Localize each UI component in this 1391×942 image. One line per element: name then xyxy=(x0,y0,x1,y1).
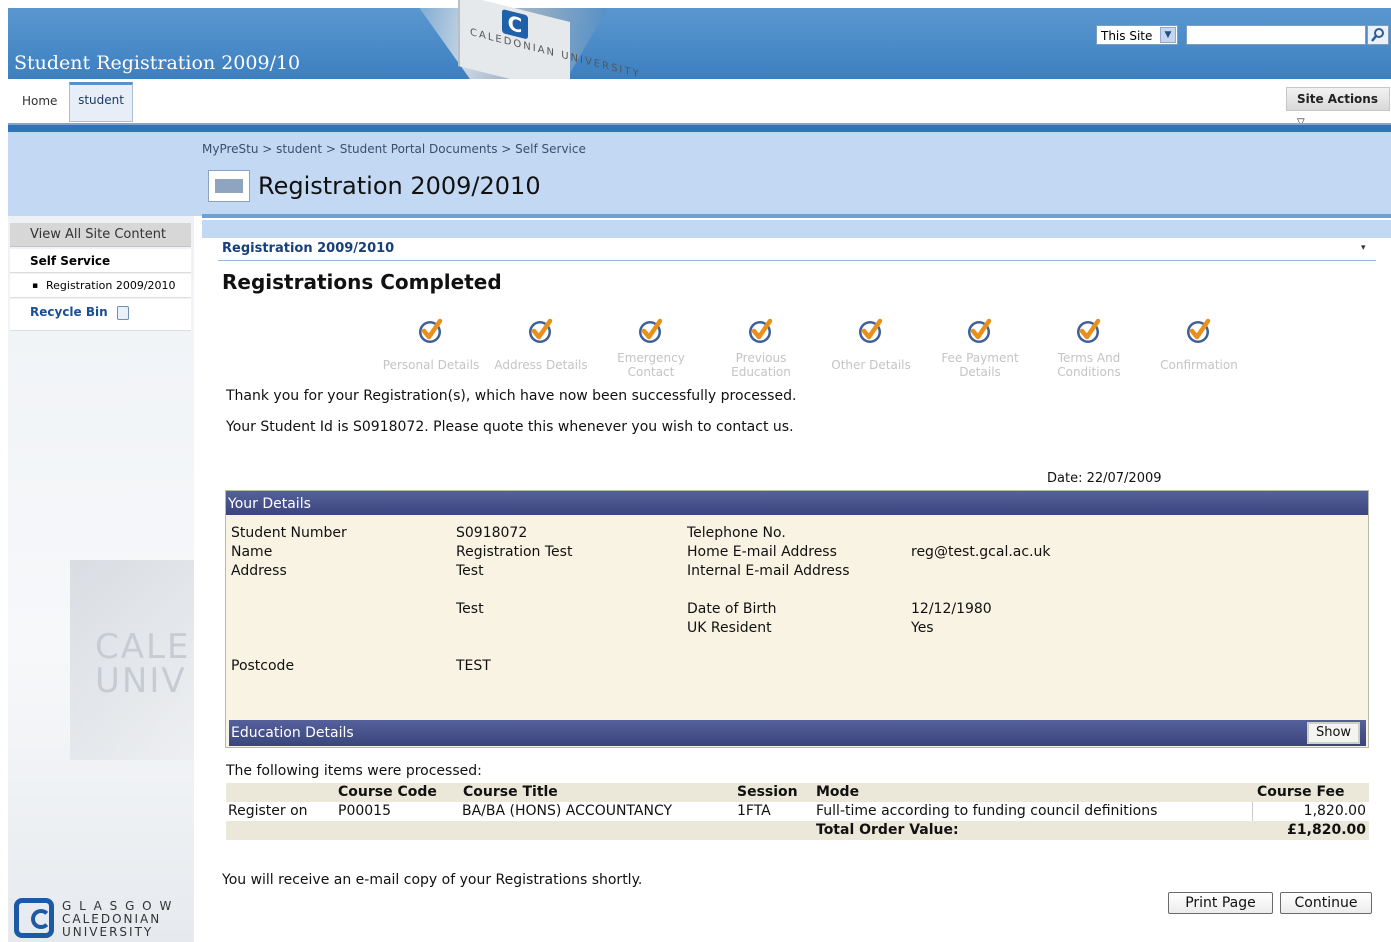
university-logo-icon xyxy=(14,898,54,938)
tab-home[interactable]: Home xyxy=(14,84,65,118)
step-label: Address Details xyxy=(494,358,588,372)
postcode-label: Postcode xyxy=(231,658,295,674)
view-all-site-content-link[interactable]: View All Site Content xyxy=(10,223,191,247)
page-title: Registration 2009/2010 xyxy=(258,172,541,200)
address-line-2: Test xyxy=(456,601,484,617)
row-course-title: BA/BA (HONS) ACCOUNTANCY xyxy=(462,803,673,819)
your-details-panel xyxy=(225,490,1369,748)
print-page-button[interactable]: Print Page xyxy=(1168,892,1273,914)
telephone-label: Telephone No. xyxy=(687,525,786,541)
university-logo-text: G L A S G O W CALEDONIAN UNIVERSITY xyxy=(62,900,173,939)
sidebar-item-label: Registration 2009/2010 xyxy=(46,279,176,292)
table-total-row xyxy=(226,821,1369,840)
site-actions-label: Site Actions xyxy=(1297,92,1378,106)
column-header-course-code: Course Code xyxy=(338,784,437,800)
search-scope-value: This Site xyxy=(1101,29,1153,43)
recycle-bin-link[interactable]: Recycle Bin xyxy=(10,299,191,331)
tab-student[interactable]: student xyxy=(69,82,133,122)
home-email-label: Home E-mail Address xyxy=(687,544,837,560)
step-label: Terms And Conditions xyxy=(1057,351,1121,379)
check-icon xyxy=(965,316,995,346)
site-title[interactable]: Student Registration 2009/10 xyxy=(14,52,300,74)
row-action: Register on xyxy=(228,803,308,819)
column-header-mode: Mode xyxy=(816,784,860,800)
continue-button[interactable]: Continue xyxy=(1280,892,1372,914)
search-scope-select[interactable]: This Site ▼ xyxy=(1096,25,1178,45)
table-row xyxy=(226,802,1369,821)
dob-label: Date of Birth xyxy=(687,601,777,617)
address-label: Address xyxy=(231,563,287,579)
title-underline xyxy=(202,214,1391,218)
webpart-menu-icon[interactable]: ▾ xyxy=(1361,243,1366,253)
nav-divider-bar xyxy=(8,123,1391,132)
sign-logo-icon: C xyxy=(502,9,528,40)
postcode-value: TEST xyxy=(456,658,491,674)
home-email-value: reg@test.gcal.ac.uk xyxy=(911,544,1051,560)
uk-resident-label: UK Resident xyxy=(687,620,772,636)
webpart-title-line xyxy=(218,260,1376,261)
check-icon xyxy=(416,316,446,346)
education-details-header: Education Details xyxy=(229,720,1366,746)
step-label: Previous Education xyxy=(731,351,791,379)
page-icon xyxy=(208,170,250,202)
search-button[interactable] xyxy=(1367,25,1389,45)
site-actions-menu[interactable]: Site Actions ▽ xyxy=(1286,87,1390,128)
table-divider xyxy=(1252,802,1253,821)
column-header-session: Session xyxy=(737,784,798,800)
row-session: 1FTA xyxy=(737,803,771,819)
uk-resident-value: Yes xyxy=(911,620,934,636)
address-line-1: Test xyxy=(456,563,484,579)
registrations-completed-heading: Registrations Completed xyxy=(222,270,502,294)
step-label: Confirmation xyxy=(1160,358,1238,372)
sign-text: CALEDONIAN UNIVERSITY xyxy=(470,27,641,81)
step-label: Fee Payment Details xyxy=(941,351,1019,379)
student-number-value: S0918072 xyxy=(456,525,528,541)
row-mode: Full-time according to funding council d… xyxy=(816,803,1158,819)
check-icon xyxy=(746,316,776,346)
sidebar-item-registration[interactable]: Registration 2009/2010 xyxy=(10,274,191,298)
registration-date: Date: 22/07/2009 xyxy=(1047,471,1162,486)
show-education-button[interactable]: Show xyxy=(1307,722,1360,744)
row-course-fee: 1,820.00 xyxy=(1303,803,1366,819)
student-id-message: Your Student Id is S0918072. Please quot… xyxy=(226,419,794,435)
check-icon xyxy=(1074,316,1104,346)
row-course-code: P00015 xyxy=(338,803,391,819)
webpart-title[interactable]: Registration 2009/2010 xyxy=(222,241,394,256)
site-header: C CALEDONIAN UNIVERSITY Student Registra… xyxy=(8,0,1391,94)
column-header-course-title: Course Title xyxy=(463,784,558,800)
student-number-label: Student Number xyxy=(231,525,347,541)
logo-line: UNIVERSITY xyxy=(62,925,154,939)
internal-email-label: Internal E-mail Address xyxy=(687,563,850,579)
name-value: Registration Test xyxy=(456,544,573,560)
total-order-label: Total Order Value: xyxy=(816,822,959,838)
sidebar-section-self-service[interactable]: Self Service xyxy=(10,249,191,273)
webpart-top-strip xyxy=(202,220,1391,238)
search-icon xyxy=(1371,28,1384,42)
check-icon xyxy=(856,316,886,346)
check-icon xyxy=(636,316,666,346)
processed-items-caption: The following items were processed: xyxy=(226,763,482,779)
total-order-value: £1,820.00 xyxy=(1287,822,1366,838)
step-label: Emergency Contact xyxy=(617,351,685,379)
breadcrumb[interactable]: MyPreStu > student > Student Portal Docu… xyxy=(202,142,586,156)
email-copy-note: You will receive an e-mail copy of your … xyxy=(222,872,643,888)
column-header-course-fee: Course Fee xyxy=(1257,784,1345,800)
thank-you-message: Thank you for your Registration(s), whic… xyxy=(226,388,797,404)
chevron-down-icon[interactable]: ▼ xyxy=(1160,27,1176,43)
your-details-header: Your Details xyxy=(226,491,1368,515)
check-icon xyxy=(526,316,556,346)
top-navigation xyxy=(8,79,1391,123)
name-label: Name xyxy=(231,544,273,560)
watermark-text: CALE UNIV xyxy=(95,627,191,701)
check-icon xyxy=(1184,316,1214,346)
step-label: Other Details xyxy=(831,358,911,372)
dob-value: 12/12/1980 xyxy=(911,601,992,617)
search-input[interactable] xyxy=(1186,25,1366,45)
recycle-bin-icon xyxy=(117,306,129,320)
step-label: Personal Details xyxy=(382,358,480,372)
